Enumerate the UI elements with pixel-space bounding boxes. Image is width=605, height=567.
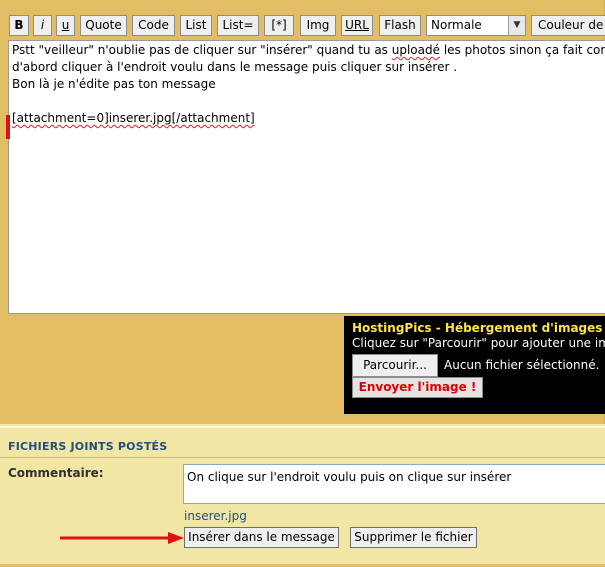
quote-button[interactable]: Quote <box>80 15 127 36</box>
message-line-3: Bon là je n'édite pas ton message <box>12 77 216 91</box>
hosting-hint: Cliquez sur "Parcourir" pour ajouter une… <box>352 336 605 350</box>
red-arrow-icon <box>60 532 184 544</box>
bold-button[interactable]: B <box>9 15 29 36</box>
delete-file-button[interactable]: Supprimer le fichier <box>350 527 477 548</box>
font-size-value: Normale <box>431 18 482 32</box>
message-line-2: d'abord cliquer à l'endroit voulu dans l… <box>12 60 458 74</box>
chevron-down-icon[interactable]: ▼ <box>508 16 525 35</box>
list-button[interactable]: List <box>180 15 212 36</box>
underline-button[interactable]: u <box>56 15 75 36</box>
list-item-button[interactable]: [*] <box>264 15 294 36</box>
insert-in-message-button[interactable]: Insérer dans le message <box>184 527 339 548</box>
attachments-heading: FICHIERS JOINTS POSTÉS <box>8 440 168 453</box>
attachments-panel: FICHIERS JOINTS POSTÉS Commentaire: On c… <box>0 428 605 567</box>
attachment-tag: [attachment=0]inserer.jpg[/attachment] <box>12 111 255 125</box>
spellcheck-word: uploadé <box>391 43 441 57</box>
font-size-select[interactable]: Normale ▼ <box>426 15 526 36</box>
code-button[interactable]: Code <box>132 15 175 36</box>
comment-input[interactable]: On clique sur l'endroit voulu puis on cl… <box>183 464 605 504</box>
comment-label: Commentaire: <box>8 466 104 480</box>
file-status: Aucun fichier sélectionné. <box>444 358 600 372</box>
italic-button[interactable]: i <box>33 15 52 36</box>
message-line-1: Pstt "veilleur" n'oublie pas de cliquer … <box>12 43 605 57</box>
ordered-list-button[interactable]: List= <box>217 15 259 36</box>
image-button[interactable]: Img <box>300 15 336 36</box>
hosting-title: HostingPics - Hébergement d'images gratu… <box>352 321 605 335</box>
send-image-button[interactable]: Envoyer l'image ! <box>352 377 483 398</box>
color-select[interactable]: Couleur de <box>531 15 605 36</box>
flash-button[interactable]: Flash <box>379 15 421 36</box>
hostingpics-upload-box: HostingPics - Hébergement d'images gratu… <box>344 316 605 414</box>
heading-divider <box>0 457 605 458</box>
insertion-marker <box>6 115 10 139</box>
attachment-file-link[interactable]: inserer.jpg <box>184 509 247 523</box>
editor-panel: B i u Quote Code List List= [*] Img URL … <box>0 0 605 424</box>
browse-button[interactable]: Parcourir... <box>352 354 438 377</box>
message-textarea[interactable]: Pstt "veilleur" n'oublie pas de cliquer … <box>8 40 605 314</box>
url-button[interactable]: URL <box>341 15 373 36</box>
